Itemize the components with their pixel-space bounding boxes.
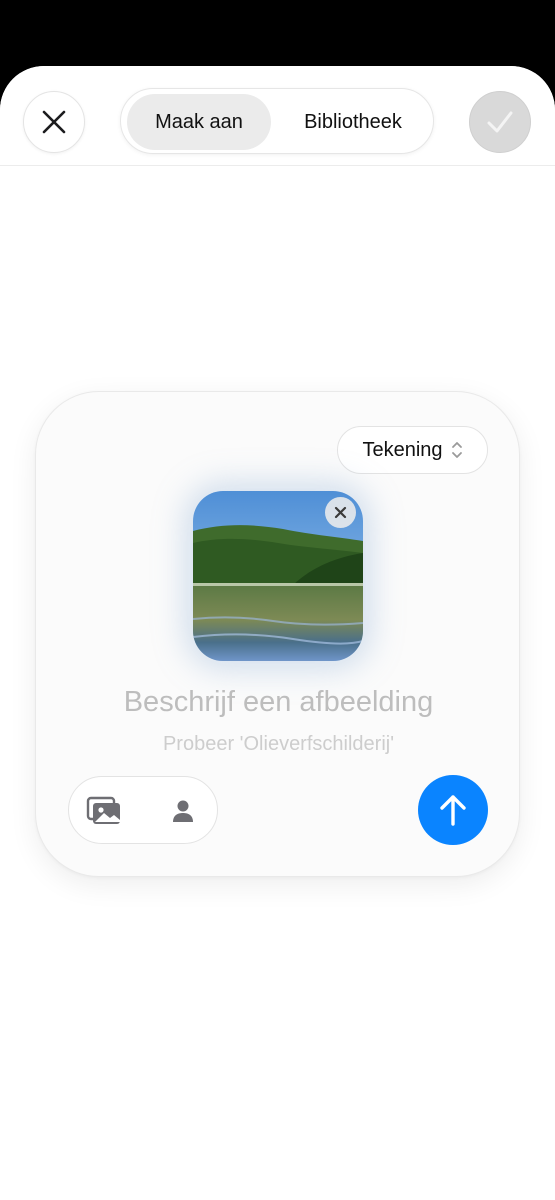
send-button[interactable] <box>418 775 488 845</box>
remove-image-button[interactable] <box>325 497 356 528</box>
person-button[interactable] <box>163 791 203 831</box>
close-icon <box>334 506 347 519</box>
mode-segmented-control: Maak aan Bibliotheek <box>120 88 434 154</box>
person-icon <box>173 800 193 822</box>
style-picker[interactable]: Tekening <box>337 426 488 474</box>
source-image-thumbnail[interactable] <box>193 491 363 661</box>
prompt-input[interactable]: Beschrijf een afbeelding <box>36 686 521 719</box>
style-picker-label: Tekening <box>362 438 443 461</box>
done-button[interactable] <box>469 91 531 153</box>
tab-create[interactable]: Maak aan <box>127 94 271 150</box>
photo-library-button[interactable] <box>84 791 124 831</box>
close-button[interactable] <box>23 91 85 153</box>
checkmark-icon <box>487 111 513 133</box>
close-icon <box>42 110 66 134</box>
chevron-up-down-icon <box>451 442 462 458</box>
tool-tray <box>68 776 218 844</box>
image-playground-sheet: Maak aan Bibliotheek Tekening Beschrijf … <box>0 66 555 1200</box>
photo-library-icon <box>86 796 120 824</box>
header: Maak aan Bibliotheek <box>0 66 555 166</box>
tab-library[interactable]: Bibliotheek <box>277 94 429 150</box>
composer-card: Tekening Beschrijf een afbeelding Probee… <box>35 391 520 877</box>
prompt-hint: Probeer 'Olieverfschilderij' <box>162 733 395 755</box>
arrow-up-icon <box>440 795 466 826</box>
